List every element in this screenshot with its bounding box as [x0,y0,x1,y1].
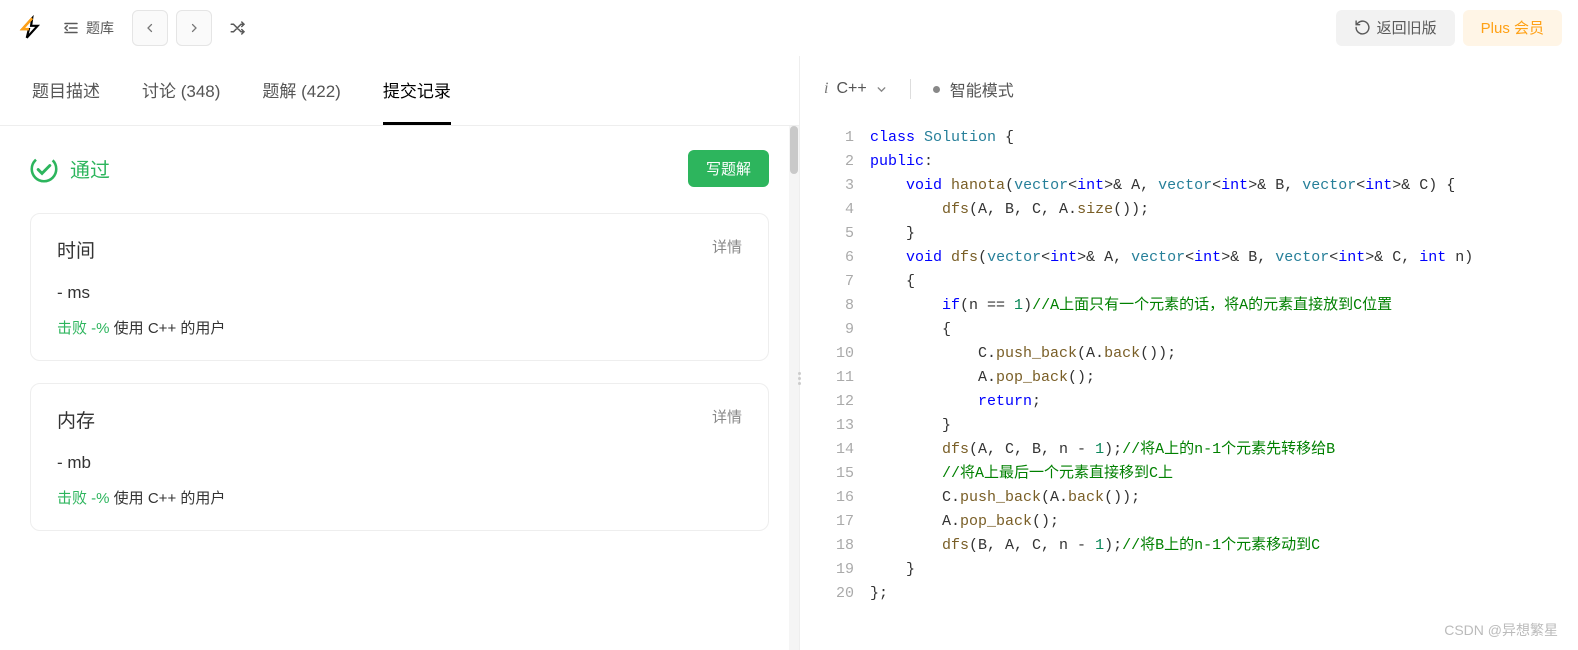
prev-button[interactable] [132,10,168,46]
mode-dot-icon [933,86,940,93]
shuffle-button[interactable] [220,10,256,46]
return-label: 返回旧版 [1377,17,1437,38]
mode-label: 智能模式 [950,77,1014,101]
chevron-down-icon [875,83,888,96]
time-details-link[interactable]: 详情 [712,236,742,263]
next-button[interactable] [176,10,212,46]
undo-icon [1354,19,1371,36]
logo-icon[interactable] [16,14,44,42]
tab-description[interactable]: 题目描述 [32,56,100,125]
chevron-right-icon [188,22,200,34]
memory-title: 内存 [57,406,95,433]
problems-link[interactable]: 题库 [52,10,124,46]
plus-label: Plus 会员 [1481,17,1544,38]
editor-header: i C++ 智能模式 [800,56,1578,122]
time-card: 时间 详情 - ms 击败 -% 使用 C++ 的用户 [30,213,769,361]
problem-tabs: 题目描述 讨论 (348) 题解 (422) 提交记录 [0,56,799,126]
time-title: 时间 [57,236,95,263]
plus-member-button[interactable]: Plus 会员 [1463,10,1562,46]
split-view: 题目描述 讨论 (348) 题解 (422) 提交记录 通过 写题解 时间 详情… [0,56,1578,650]
check-circle-icon [30,155,58,183]
time-value: - ms [57,283,742,303]
watermark: CSDN @异想繁星 [1444,620,1558,640]
chevron-left-icon [144,22,156,34]
tab-discuss[interactable]: 讨论 (348) [142,56,220,125]
time-beat: 击败 -% 使用 C++ 的用户 [57,317,742,338]
status-row: 通过 写题解 [30,150,769,187]
memory-beat: 击败 -% 使用 C++ 的用户 [57,487,742,508]
right-pane: i C++ 智能模式 12345678910111213141516171819… [800,56,1578,650]
memory-card: 内存 详情 - mb 击败 -% 使用 C++ 的用户 [30,383,769,531]
code-editor[interactable]: 1234567891011121314151617181920 class So… [800,122,1578,650]
tab-submissions[interactable]: 提交记录 [383,56,451,125]
italic-i-icon: i [824,80,828,98]
language-select[interactable]: i C++ [824,80,888,98]
status-accepted: 通过 [30,154,110,183]
pane-drag-handle[interactable] [796,353,802,403]
expand-icon [62,19,80,37]
write-solution-button[interactable]: 写题解 [688,150,769,187]
memory-value: - mb [57,453,742,473]
scrollbar-thumb[interactable] [790,126,798,174]
left-pane: 题目描述 讨论 (348) 题解 (422) 提交记录 通过 写题解 时间 详情… [0,56,800,650]
divider [910,79,911,99]
line-gutter: 1234567891011121314151617181920 [800,122,870,650]
problems-label: 题库 [86,18,114,38]
language-label: C++ [836,80,866,98]
status-text: 通过 [70,154,110,183]
shuffle-icon [229,19,247,37]
return-old-button[interactable]: 返回旧版 [1336,10,1455,46]
smart-mode[interactable]: 智能模式 [933,77,1014,101]
left-content: 通过 写题解 时间 详情 - ms 击败 -% 使用 C++ 的用户 内存 详情… [0,126,799,650]
code-content[interactable]: class Solution {public: void hanota(vect… [870,122,1473,650]
tab-solutions[interactable]: 题解 (422) [262,56,340,125]
memory-details-link[interactable]: 详情 [712,406,742,433]
top-bar: 题库 返回旧版 Plus 会员 [0,0,1578,56]
